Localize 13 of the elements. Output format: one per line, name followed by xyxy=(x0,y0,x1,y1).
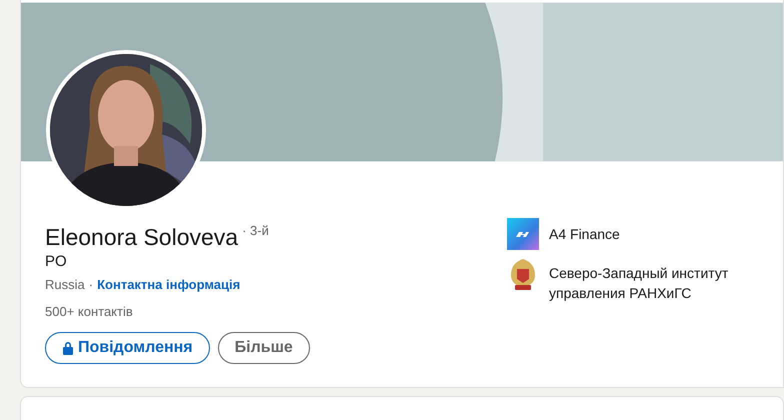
company-name[interactable]: A4 Finance xyxy=(549,218,759,244)
separator: · xyxy=(88,276,94,294)
headline: PO xyxy=(45,252,67,272)
connections-count: 500+ контактів xyxy=(45,303,133,321)
contact-info-link[interactable]: Контактна інформація xyxy=(97,276,240,294)
school-name[interactable]: Северо-Западный институт управления РАНХиГС xyxy=(549,257,759,303)
lock-icon xyxy=(62,341,74,355)
more-button[interactable]: Більше xyxy=(218,332,310,364)
location: Russia xyxy=(45,276,85,294)
company-logo-icon xyxy=(507,218,539,250)
profile-name: Eleonora Soloveva xyxy=(45,223,238,252)
message-button[interactable]: Повідомлення xyxy=(45,332,210,364)
connection-degree: · 3-й xyxy=(242,222,269,240)
